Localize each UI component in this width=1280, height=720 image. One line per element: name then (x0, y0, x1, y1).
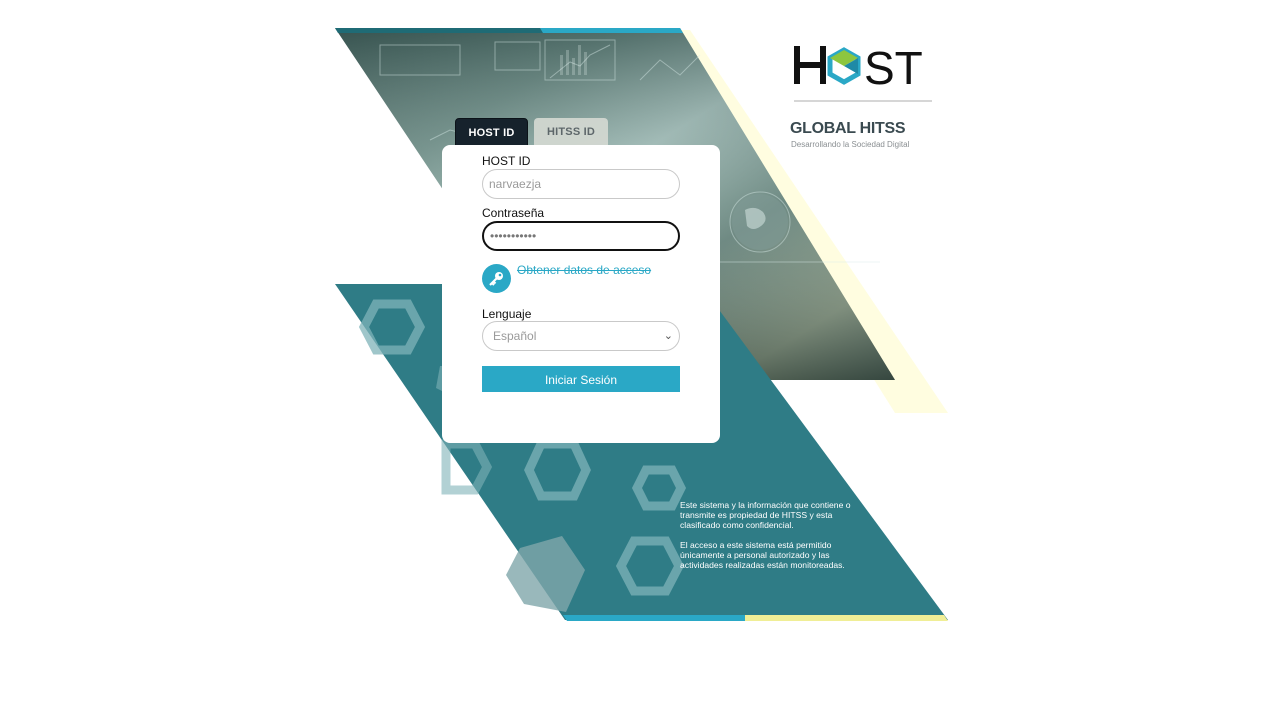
host-logo: ST (794, 42, 923, 90)
user-input[interactable] (482, 169, 680, 199)
language-label: Lenguaje (482, 307, 532, 321)
notice-paragraph-2: El acceso a este sistema está permitido … (680, 540, 845, 570)
key-icon (489, 272, 503, 286)
tab-hitss-id[interactable]: HITSS ID (534, 118, 608, 146)
chevron-down-icon: ⌄ (663, 330, 673, 342)
access-data-link[interactable]: Obtener datos de acceso (517, 263, 651, 277)
logo-divider (794, 100, 932, 102)
key-button[interactable] (482, 264, 511, 293)
confidentiality-notice: Este sistema y la información que contie… (680, 500, 870, 580)
language-select[interactable]: Español ⌄ (482, 321, 680, 351)
global-hitss-tagline: Desarrollando la Sociedad Digital (791, 140, 910, 149)
login-button[interactable]: Iniciar Sesión (482, 366, 680, 392)
password-label: Contraseña (482, 206, 545, 220)
password-input[interactable] (482, 221, 680, 251)
user-label: HOST ID (482, 154, 531, 168)
login-card: HOST ID Contraseña Obtener datos de acce… (442, 145, 720, 443)
tab-host-id[interactable]: HOST ID (455, 118, 528, 146)
svg-text:ST: ST (864, 42, 923, 90)
notice-paragraph-1: Este sistema y la información que contie… (680, 500, 851, 530)
global-hitss-logo: GLOBAL HITSS (790, 120, 906, 137)
language-value: Español (493, 329, 537, 343)
